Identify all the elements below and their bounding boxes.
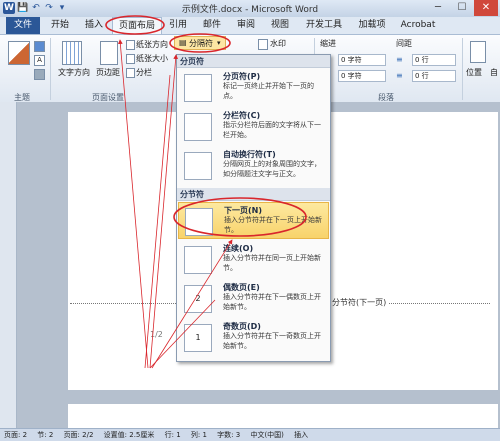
status-word-count[interactable]: 字数: 3	[217, 431, 240, 439]
tab-references[interactable]: 引用	[164, 17, 192, 34]
minimize-button[interactable]: ─	[426, 0, 450, 16]
theme-effects-icon[interactable]	[34, 69, 45, 80]
menu-item-desc: 指示分栏符后面的文字将从下一栏开始。	[223, 121, 321, 139]
separator	[462, 38, 463, 100]
menu-item-column-break[interactable]: 分栏符(C) 指示分栏符后面的文字将从下一栏开始。	[178, 108, 329, 145]
menu-item-next-page[interactable]: 下一页(N) 插入分节符并在下一页上开始新节。	[178, 202, 329, 239]
status-page-count[interactable]: 页面: 2/2	[64, 431, 94, 439]
status-page[interactable]: 页面: 2	[4, 431, 27, 439]
status-position[interactable]: 设置值: 2.5厘米	[104, 431, 155, 439]
indent-right-field[interactable]: 0 字符	[338, 70, 386, 82]
status-column[interactable]: 列: 1	[191, 431, 207, 439]
menu-item-desc: 标记一页终止并开始下一页的点。	[223, 82, 314, 100]
even-page-icon: 2	[184, 285, 212, 313]
spacing-before-icon: ≡	[396, 55, 403, 64]
wrap-text-button[interactable]: 自	[490, 67, 498, 78]
tab-insert[interactable]: 插入	[80, 17, 108, 34]
menu-item-text-wrapping[interactable]: 自动换行符(T) 分隔网页上的对象周围的文字，如分隔题注文字与正文。	[178, 147, 329, 187]
watermark-icon	[258, 39, 268, 50]
tab-mailings[interactable]: 邮件	[198, 17, 226, 34]
vertical-ruler	[0, 102, 17, 428]
theme-colors-icon[interactable]	[34, 41, 45, 52]
menu-item-desc: 插入分节符并在同一页上开始新节。	[223, 254, 321, 272]
tab-page-layout[interactable]: 页面布局	[112, 17, 162, 35]
status-section[interactable]: 节: 2	[37, 431, 53, 439]
menu-item-page-break[interactable]: 分页符(P) 标记一页终止并开始下一页的点。	[178, 69, 329, 106]
menu-item-even-page[interactable]: 2 偶数页(E) 插入分节符并在下一偶数页上开始新节。	[178, 280, 329, 317]
document-page-2[interactable]	[68, 404, 498, 428]
position-icon[interactable]	[470, 41, 486, 63]
indent-left-field[interactable]: 0 字符	[338, 54, 386, 66]
ribbon-tabs: 文件 开始 插入 页面布局 引用 邮件 审阅 视图 开发工具 加载项 Acrob…	[0, 17, 500, 35]
page-size-icon	[126, 54, 135, 64]
window-title: 示例文件.docx - Microsoft Word	[181, 5, 319, 15]
indent-label: 缩进	[320, 39, 336, 48]
chevron-down-icon: ▾	[217, 39, 221, 47]
breaks-button[interactable]: ▤ 分隔符 ▾	[174, 36, 226, 50]
columns-button[interactable]: 分栏	[136, 67, 152, 78]
position-button[interactable]: 位置	[466, 67, 482, 78]
text-wrapping-icon	[184, 152, 212, 180]
title-bar: W 💾 ↶ ↷ ▾ 示例文件.docx - Microsoft Word ─ ☐…	[0, 0, 500, 18]
tab-developer[interactable]: 开发工具	[300, 17, 348, 34]
status-language[interactable]: 中文(中国)	[250, 431, 283, 439]
menu-item-desc: 插入分节符并在下一偶数页上开始新节。	[223, 293, 321, 311]
spacing-before-field[interactable]: 0 行	[412, 54, 456, 66]
orientation-icon	[126, 40, 135, 50]
breaks-button-label: 分隔符	[189, 39, 213, 48]
margins-button[interactable]: 页边距	[96, 67, 120, 78]
menu-item-desc: 插入分节符并在下一页上开始新节。	[224, 216, 322, 234]
page-breaks-header: 分页符	[177, 55, 330, 68]
tab-addins[interactable]: 加载项	[352, 17, 392, 34]
close-button[interactable]: ✕	[474, 0, 498, 16]
menu-item-desc: 插入分节符并在下一奇数页上开始新节。	[223, 332, 321, 350]
menu-item-desc: 分隔网页上的对象周围的文字，如分隔题注文字与正文。	[223, 160, 321, 178]
spacing-after-icon: ≡	[396, 71, 403, 80]
orientation-button[interactable]: 纸张方向	[136, 39, 168, 50]
odd-page-icon: 1	[184, 324, 212, 352]
tab-view[interactable]: 视图	[266, 17, 294, 34]
continuous-icon	[184, 246, 212, 274]
tab-home[interactable]: 开始	[46, 17, 74, 34]
menu-item-odd-page[interactable]: 1 奇数页(D) 插入分节符并在下一奇数页上开始新节。	[178, 319, 329, 356]
columns-icon	[126, 68, 135, 78]
tab-file[interactable]: 文件	[6, 17, 40, 34]
tab-review[interactable]: 审阅	[232, 17, 260, 34]
margins-icon[interactable]	[100, 41, 118, 65]
section-break-label: 分节符(下一页)	[330, 297, 389, 308]
breaks-menu: 分页符 分页符(P) 标记一页终止并开始下一页的点。 分栏符(C) 指示分栏符后…	[176, 54, 331, 362]
status-bar: 页面: 2 节: 2 页面: 2/2 设置值: 2.5厘米 行: 1 列: 1 …	[0, 428, 500, 441]
menu-item-continuous[interactable]: 连续(O) 插入分节符并在同一页上开始新节。	[178, 241, 329, 278]
next-page-icon	[185, 208, 213, 236]
spacing-label: 间距	[396, 39, 412, 48]
page-number: 1/2	[150, 330, 163, 339]
watermark-button[interactable]: 水印	[270, 38, 286, 49]
text-direction-icon[interactable]	[62, 41, 82, 65]
maximize-button[interactable]: ☐	[450, 0, 474, 16]
status-line[interactable]: 行: 1	[165, 431, 181, 439]
column-break-icon	[184, 113, 212, 141]
page-break-icon	[184, 74, 212, 102]
tab-acrobat[interactable]: Acrobat	[396, 17, 440, 34]
status-insert-mode[interactable]: 插入	[294, 431, 308, 439]
breaks-icon: ▤	[179, 38, 187, 47]
separator	[50, 38, 51, 100]
section-breaks-header: 分节符	[177, 188, 330, 201]
themes-icon[interactable]	[8, 41, 30, 65]
theme-fonts-icon[interactable]: A	[34, 55, 45, 66]
page-size-button[interactable]: 纸张大小	[136, 53, 168, 64]
spacing-after-field[interactable]: 0 行	[412, 70, 456, 82]
text-direction-button[interactable]: 文字方向	[58, 67, 90, 78]
